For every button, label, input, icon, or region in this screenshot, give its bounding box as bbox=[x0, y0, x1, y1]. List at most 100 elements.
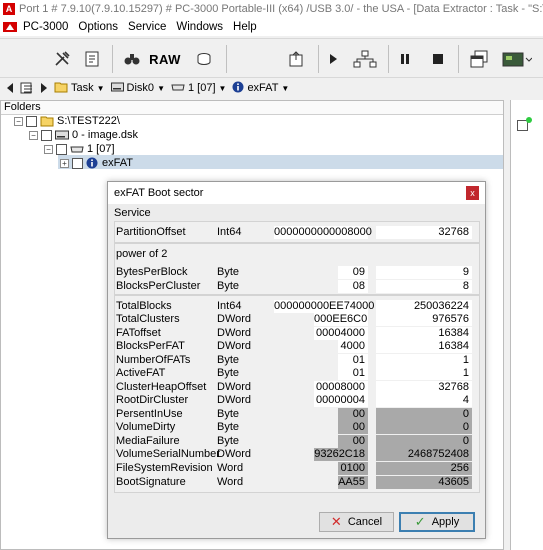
network-icon[interactable] bbox=[351, 47, 379, 71]
tools-icon[interactable] bbox=[50, 47, 74, 71]
field-row: FileSystemRevision Word 0100 256 bbox=[116, 462, 480, 475]
pause-icon[interactable] bbox=[395, 47, 415, 71]
close-button[interactable]: x bbox=[466, 186, 479, 200]
field-row: VolumeSerialNumber DWord 93262C18 246875240… bbox=[116, 448, 480, 461]
field-dec-input[interactable]: 16384 bbox=[376, 340, 472, 353]
raw-button[interactable]: RAW bbox=[148, 47, 182, 71]
export-icon[interactable] bbox=[284, 47, 308, 71]
toolbar-separator bbox=[318, 45, 319, 73]
field-hex-input: 00 bbox=[338, 408, 368, 421]
toolbar-separator bbox=[458, 45, 459, 73]
nav-forward-icon[interactable] bbox=[40, 83, 48, 93]
field-dec-input: 43605 bbox=[376, 476, 472, 489]
field-dec-input[interactable]: 4 bbox=[376, 394, 472, 407]
field-type: Byte bbox=[217, 408, 240, 420]
breadcrumb-partition[interactable]: 1 [07] ▼ bbox=[171, 82, 226, 95]
field-hex-input[interactable]: 00008000 bbox=[314, 381, 368, 394]
field-hex-input[interactable]: 00000004 bbox=[314, 394, 368, 407]
cancel-x-icon: ✕ bbox=[330, 514, 342, 529]
service-menu[interactable]: Service bbox=[108, 204, 485, 222]
menu-options[interactable]: Options bbox=[78, 21, 118, 33]
tree-item-root[interactable]: − S:\TEST222\ bbox=[14, 114, 120, 128]
field-hex-input[interactable]: 000000000EE74000 bbox=[274, 300, 374, 313]
field-dec-input[interactable]: 1 bbox=[376, 354, 472, 367]
binoculars-icon[interactable] bbox=[120, 47, 144, 71]
chevron-down-icon: ▼ bbox=[157, 83, 165, 93]
collapse-icon[interactable]: − bbox=[44, 144, 53, 154]
nav-back-icon[interactable] bbox=[6, 83, 14, 93]
field-hex-input[interactable]: 01 bbox=[338, 367, 368, 380]
field-row: TotalClusters DWord 000EE6C0 976576 bbox=[116, 313, 480, 326]
nav-history-icon[interactable] bbox=[20, 81, 34, 95]
collapse-icon[interactable]: − bbox=[29, 130, 38, 140]
tree-item-label: 1 [07] bbox=[87, 143, 115, 155]
field-dec-input[interactable]: 8 bbox=[376, 280, 472, 293]
cancel-button[interactable]: ✕ Cancel bbox=[319, 512, 394, 532]
tree-item-exfat[interactable]: + exFAT bbox=[60, 156, 133, 170]
field-row: BlocksPerCluster Byte 08 8 bbox=[116, 280, 480, 293]
tree-checkbox[interactable] bbox=[72, 157, 83, 169]
field-hex-input[interactable]: 00004000 bbox=[314, 327, 368, 340]
play-icon[interactable] bbox=[323, 47, 343, 71]
field-row: PersentInUse Byte 00 0 bbox=[116, 408, 480, 421]
tree-item-partition[interactable]: − 1 [07] bbox=[44, 142, 115, 156]
tree-item-label: 0 - image.dsk bbox=[72, 129, 139, 141]
document-icon[interactable] bbox=[80, 47, 104, 71]
field-hex-input[interactable]: 000EE6C0 bbox=[314, 313, 368, 326]
field-hex-input: 93262C18 bbox=[314, 448, 368, 461]
field-hex-input[interactable]: 09 bbox=[338, 266, 368, 279]
screen-dropdown-icon[interactable] bbox=[500, 47, 534, 71]
field-name: PartitionOffset bbox=[116, 226, 186, 238]
menu-windows[interactable]: Windows bbox=[176, 21, 223, 33]
windows-icon[interactable] bbox=[468, 47, 490, 71]
tree-checkbox[interactable] bbox=[26, 115, 37, 127]
field-dec-input[interactable]: 32768 bbox=[376, 381, 472, 394]
stop-icon[interactable] bbox=[428, 47, 448, 71]
field-dec-input[interactable]: 976576 bbox=[376, 313, 472, 326]
menu-help[interactable]: Help bbox=[233, 21, 257, 33]
info-icon bbox=[232, 81, 244, 96]
group-label-power: power of 2 bbox=[116, 248, 168, 260]
field-dec-input[interactable]: 16384 bbox=[376, 327, 472, 340]
tree-checkbox[interactable] bbox=[41, 129, 52, 141]
field-name: MediaFailure bbox=[116, 435, 180, 447]
menu-service[interactable]: Service bbox=[128, 21, 166, 33]
field-dec-input[interactable]: 9 bbox=[376, 266, 472, 279]
expand-icon[interactable]: + bbox=[60, 158, 69, 168]
field-dec-input[interactable]: 1 bbox=[376, 367, 472, 380]
right-panel bbox=[510, 100, 543, 550]
info-icon bbox=[86, 157, 98, 169]
breadcrumb-task[interactable]: Task ▼ bbox=[54, 81, 105, 96]
breadcrumb-disk-label: Disk0 bbox=[126, 82, 155, 94]
field-name: NumberOfFATs bbox=[116, 354, 191, 366]
field-type: DWord bbox=[217, 327, 252, 339]
breadcrumb-disk[interactable]: Disk0 ▼ bbox=[110, 82, 165, 95]
field-type: DWord bbox=[217, 448, 252, 460]
field-hex-input[interactable]: 01 bbox=[338, 354, 368, 367]
field-hex-input[interactable]: 0000000000008000 bbox=[274, 226, 372, 239]
field-type: Byte bbox=[217, 367, 240, 379]
pc3000-logo-icon bbox=[3, 21, 17, 33]
field-hex-input[interactable]: 08 bbox=[338, 280, 368, 293]
field-dec-input[interactable]: 250036224 bbox=[376, 300, 472, 313]
window-title: Port 1 # 7.9.10(7.9.10.15297) # PC-3000 … bbox=[19, 3, 543, 15]
field-name: FileSystemRevision bbox=[116, 462, 213, 474]
menu-pc3000[interactable]: PC-3000 bbox=[23, 21, 68, 33]
tree-item-image[interactable]: − 0 - image.dsk bbox=[29, 128, 138, 142]
apply-button-label: Apply bbox=[431, 516, 460, 528]
apply-button[interactable]: ✓ Apply bbox=[399, 512, 475, 532]
breadcrumb-exfat[interactable]: exFAT ▼ bbox=[232, 81, 289, 96]
breadcrumb-exfat-label: exFAT bbox=[247, 82, 279, 94]
tree-checkbox[interactable] bbox=[56, 143, 67, 155]
field-name: BootSignature bbox=[116, 476, 186, 488]
collapse-icon[interactable]: − bbox=[14, 116, 23, 126]
disk-drive-icon bbox=[55, 130, 69, 140]
field-name: BlocksPerCluster bbox=[116, 280, 201, 292]
disk-icon[interactable] bbox=[192, 47, 216, 71]
field-row: NumberOfFATs Byte 01 1 bbox=[116, 354, 480, 367]
field-row: ActiveFAT Byte 01 1 bbox=[116, 367, 480, 380]
field-row: ClusterHeapOffset DWord 00008000 32768 bbox=[116, 381, 480, 394]
field-dec-input[interactable]: 32768 bbox=[376, 226, 472, 239]
field-hex-input[interactable]: 4000 bbox=[338, 340, 368, 353]
field-type: Byte bbox=[217, 266, 240, 278]
